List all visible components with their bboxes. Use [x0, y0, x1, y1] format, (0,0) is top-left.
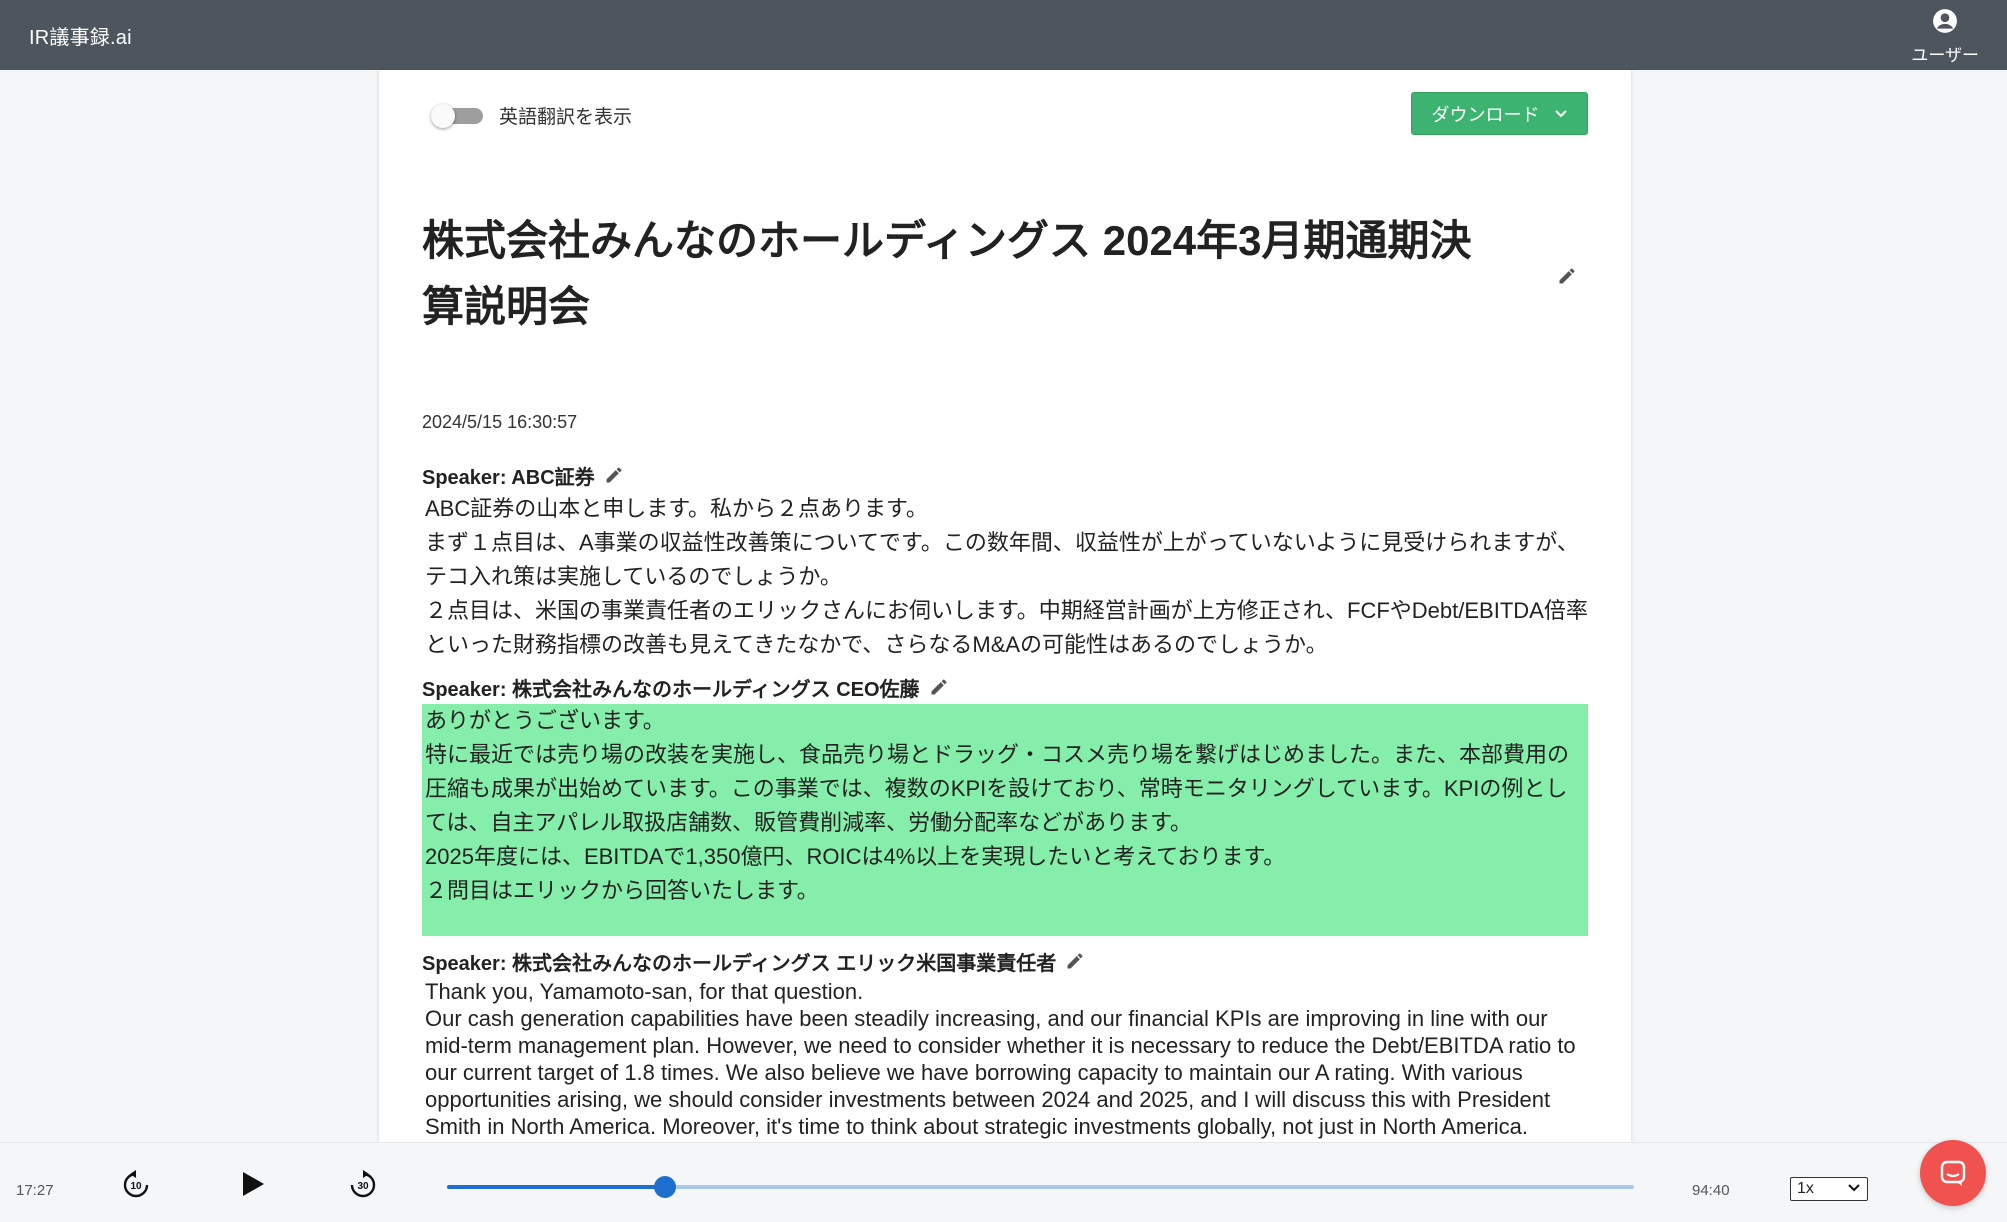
skip-forward-icon: 30 — [350, 1170, 376, 1198]
translation-toggle-group: 英語翻訳を表示 — [431, 102, 632, 129]
transcript-card: 英語翻訳を表示 ダウンロード 株式会社みんなのホールディングス 2024年3月期… — [379, 70, 1631, 1142]
seek-progress — [447, 1185, 666, 1189]
download-label: ダウンロード — [1431, 104, 1540, 125]
edit-speaker-pencil-icon[interactable] — [604, 465, 624, 485]
speaker-heading: Speaker: 株式会社みんなのホールディングス CEO佐藤 — [422, 670, 1588, 704]
translation-toggle[interactable] — [431, 103, 483, 128]
chat-icon — [1940, 1160, 1966, 1186]
chat-support-button[interactable] — [1920, 1140, 1986, 1206]
play-button[interactable] — [238, 1169, 268, 1199]
play-icon — [243, 1172, 264, 1196]
speaker-heading: Speaker: ABC証券 — [422, 458, 1588, 492]
recording-datetime: 2024/5/15 16:30:57 — [422, 412, 578, 432]
transcript-segment: Speaker: ABC証券 ABC証券の山本と申します。私から２点あります。 … — [422, 458, 1588, 662]
user-label: ユーザー — [1911, 46, 1979, 65]
skip-back-icon: 10 — [123, 1170, 149, 1198]
speaker-heading: Speaker: 株式会社みんなのホールディングス エリック米国事業責任者 — [422, 944, 1588, 978]
speaker-name: Speaker: 株式会社みんなのホールディングス エリック米国事業責任者 — [422, 952, 1057, 975]
speaker-name: Speaker: 株式会社みんなのホールディングス CEO佐藤 — [422, 678, 920, 701]
transcript-segment: Speaker: 株式会社みんなのホールディングス エリック米国事業責任者 Th… — [422, 944, 1588, 1140]
chevron-down-icon — [1554, 109, 1568, 119]
transcript-list: Speaker: ABC証券 ABC証券の山本と申します。私から２点あります。 … — [422, 458, 1588, 1140]
duration-time: 94:40 — [1692, 1182, 1730, 1199]
current-time: 17:27 — [16, 1182, 54, 1199]
user-menu[interactable]: ユーザー — [1911, 8, 1979, 66]
skip-back-label: 10 — [130, 1181, 142, 1192]
utterance-text[interactable]: Thank you, Yamamoto-san, for that questi… — [422, 978, 1588, 1140]
utterance-text-highlighted[interactable]: ありがとうございます。 特に最近では売り場の改装を実施し、食品売り場とドラッグ・… — [422, 704, 1588, 936]
playback-speed-value: 1x — [1797, 1180, 1814, 1197]
skip-back-10-button[interactable]: 10 — [121, 1170, 151, 1200]
translation-toggle-label: 英語翻訳を表示 — [499, 107, 633, 128]
audio-player-bar: 17:27 10 30 94:40 1x — [0, 1142, 2007, 1222]
app-brand[interactable]: IR議事録.ai — [29, 21, 132, 50]
speaker-name: Speaker: ABC証券 — [422, 466, 595, 489]
utterance-text[interactable]: ABC証券の山本と申します。私から２点あります。 まず１点目は、A事業の収益性改… — [422, 492, 1588, 662]
toggle-knob — [431, 103, 455, 128]
edit-speaker-pencil-icon[interactable] — [929, 677, 949, 697]
document-controls: 英語翻訳を表示 ダウンロード — [431, 92, 1588, 136]
download-button[interactable]: ダウンロード — [1411, 92, 1588, 135]
transcript-segment: Speaker: 株式会社みんなのホールディングス CEO佐藤 ありがとうござい… — [422, 670, 1588, 936]
skip-forward-30-button[interactable]: 30 — [348, 1170, 378, 1200]
skip-forward-label: 30 — [357, 1181, 369, 1192]
playback-speed-select[interactable]: 1x — [1790, 1177, 1868, 1201]
edit-title-pencil-icon[interactable] — [1557, 266, 1577, 291]
top-nav-bar: IR議事録.ai ユーザー — [0, 0, 2007, 70]
user-icon — [1932, 8, 1958, 39]
seek-bar[interactable] — [447, 1176, 1634, 1198]
seek-handle[interactable] — [654, 1176, 677, 1198]
edit-speaker-pencil-icon[interactable] — [1065, 951, 1085, 971]
chevron-down-icon — [1847, 1180, 1861, 1198]
page-title: 株式会社みんなのホールディングス 2024年3月期通期決算説明会 — [422, 217, 1472, 330]
